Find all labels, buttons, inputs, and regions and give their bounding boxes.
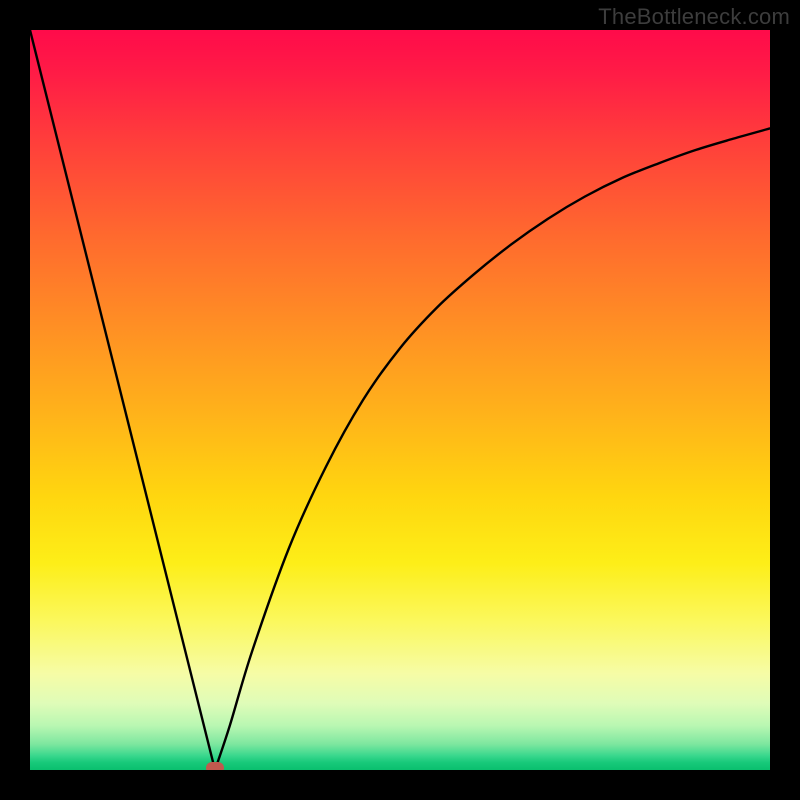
plot-area xyxy=(30,30,770,770)
chart-frame: TheBottleneck.com xyxy=(0,0,800,800)
minimum-marker xyxy=(206,762,224,770)
bottleneck-curve xyxy=(30,30,770,770)
watermark-text: TheBottleneck.com xyxy=(598,4,790,30)
